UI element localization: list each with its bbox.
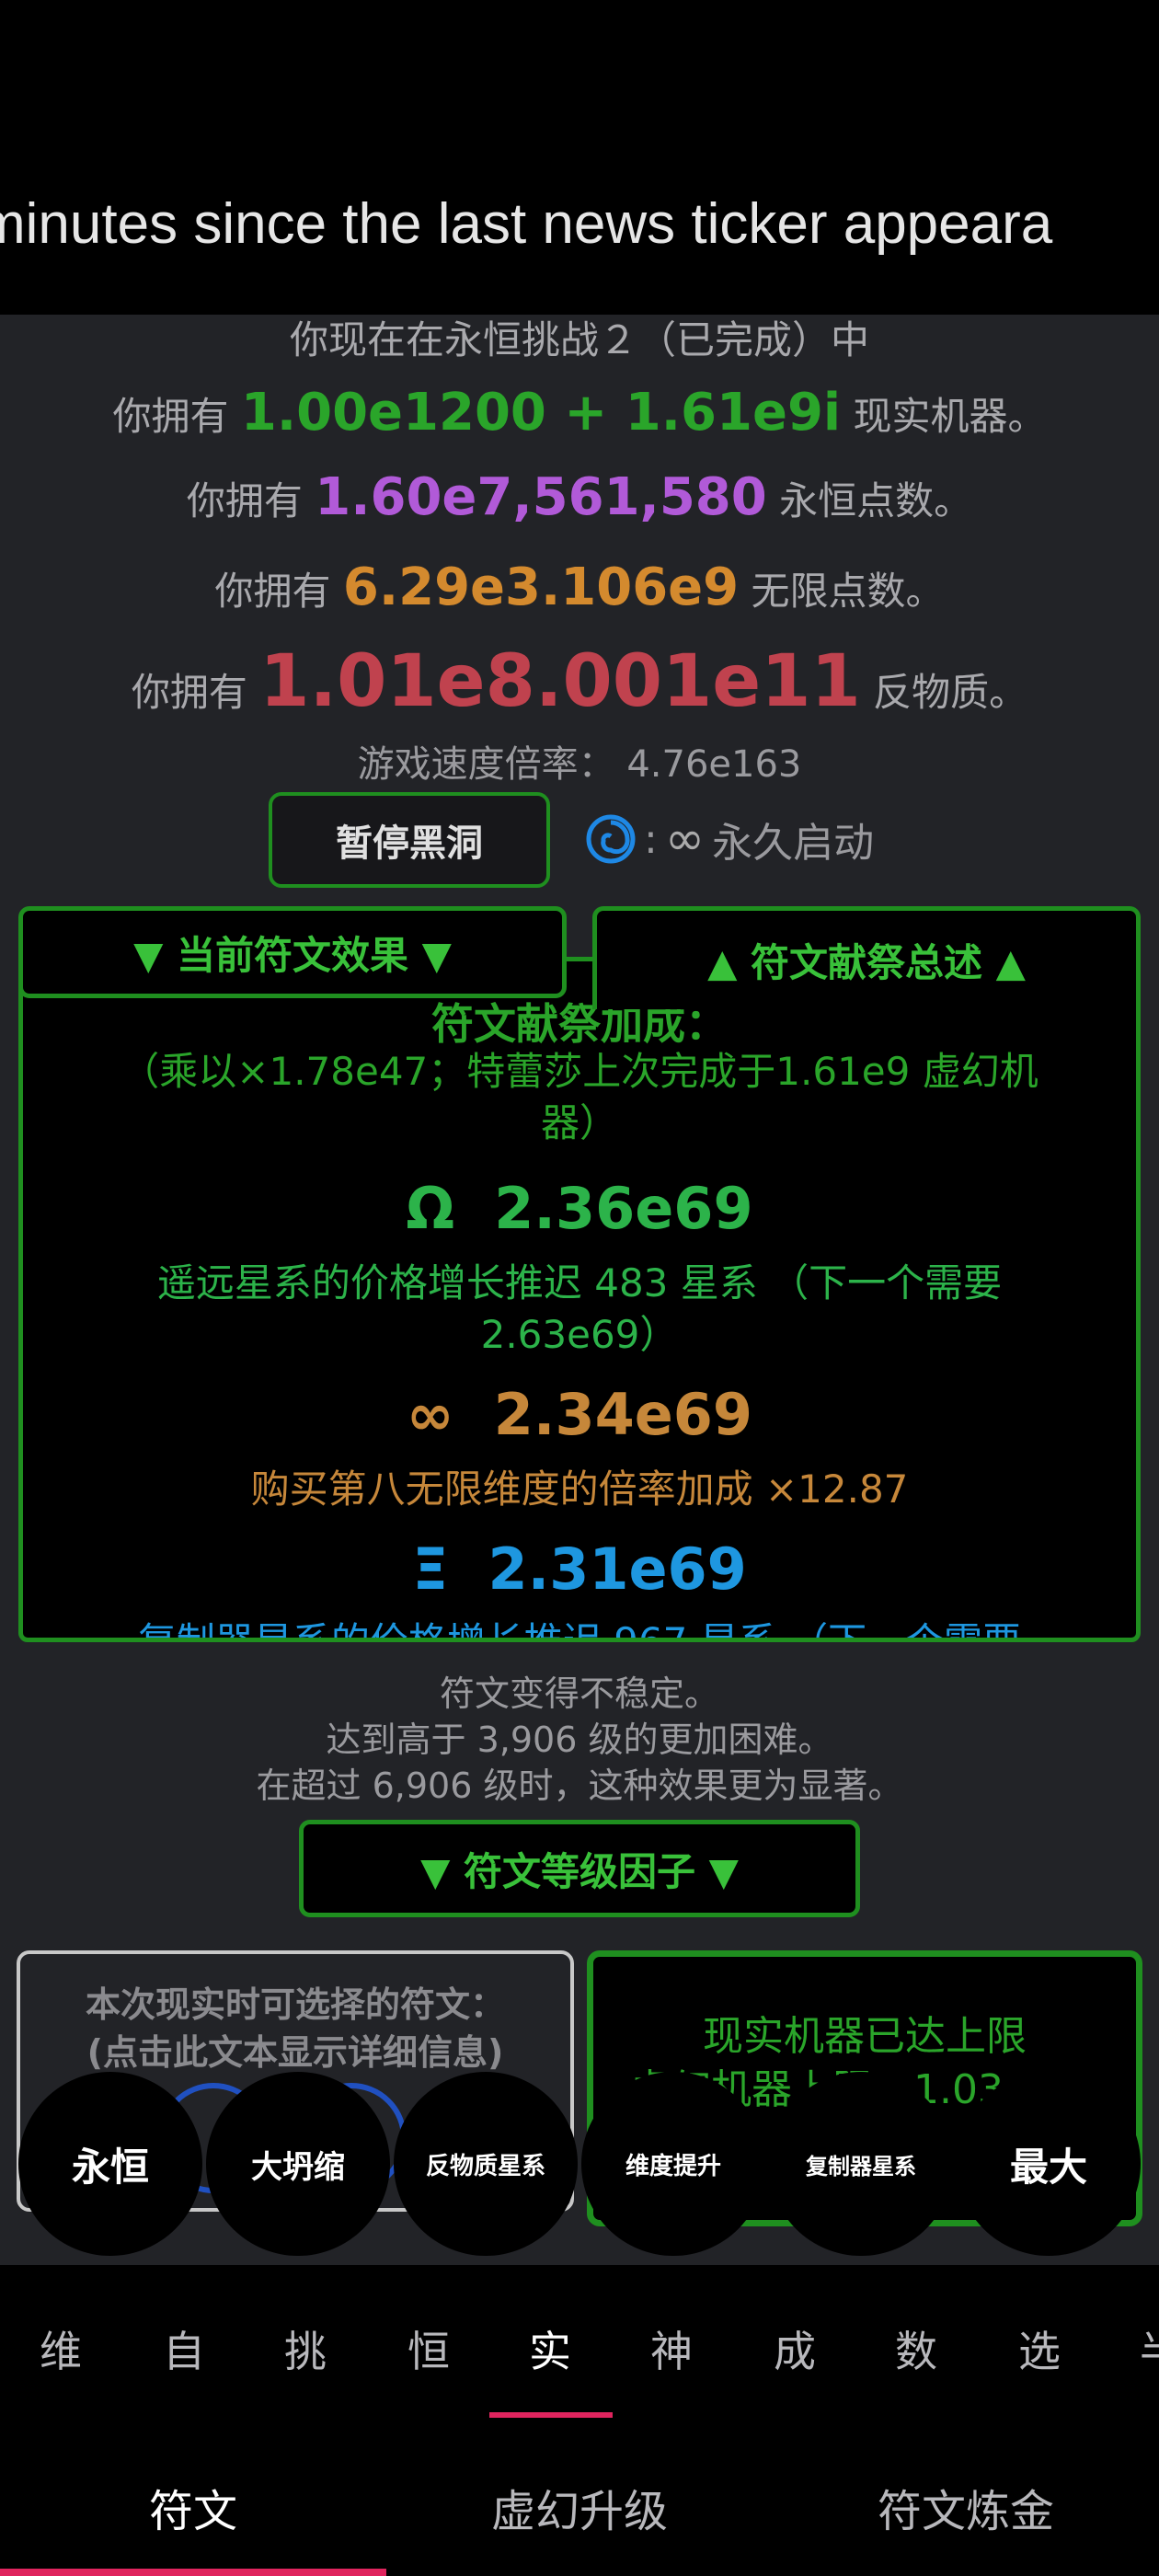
- reality-machines-line: 你拥有 1.00e1200 + 1.61e9i 现实机器。: [0, 383, 1159, 443]
- pause-black-hole-button[interactable]: 暂停黑洞: [269, 792, 550, 888]
- rm-cap-line-1: 现实机器已达上限: [703, 2013, 1027, 2060]
- tab-reality[interactable]: 实: [513, 2318, 587, 2379]
- sacrifice-desc: 2.63e69）: [480, 1312, 679, 1357]
- sacrifice-desc: 购买第八无限维度的倍率加成 ×12.87: [250, 1466, 909, 1512]
- max-button[interactable]: 最大: [957, 2072, 1141, 2256]
- stat-prefix: 你拥有: [186, 478, 303, 523]
- stat-prefix: 你拥有: [214, 569, 331, 614]
- black-hole-status: : ∞ 永久启动: [585, 810, 874, 868]
- sacrifice-row-xi: Ξ 2.31e69: [23, 1535, 1136, 1603]
- instability-line-3: 在超过 6,906 级时，这种效果更为显著。: [256, 1765, 903, 1806]
- subtab-runes[interactable]: 符文: [0, 2475, 386, 2539]
- antimatter-galaxy-button[interactable]: 反物质星系: [394, 2072, 578, 2256]
- tab-sacrifice-summary[interactable]: ▲ 符文献祭总述 ▲: [592, 906, 1141, 1009]
- tab-options[interactable]: 选: [1003, 2318, 1076, 2379]
- big-crunch-button[interactable]: 大坍缩: [206, 2072, 390, 2256]
- infinity-symbol: ∞: [664, 811, 706, 867]
- news-ticker-bar: minutes since the last news ticker appea…: [0, 0, 1159, 315]
- tab-achievements[interactable]: 成: [758, 2318, 832, 2379]
- antimatter-suffix: 反物质。: [873, 670, 1028, 715]
- black-hole-status-text: 永久启动: [712, 820, 875, 867]
- sacrifice-desc: 复制器星系的价格增长推迟 967 星系 （下一个需要: [137, 1619, 1022, 1642]
- sacrifice-value: 2.34e69: [493, 1381, 753, 1448]
- teresa-line-2: 器）: [540, 1100, 618, 1145]
- reality-machines-suffix: 现实机器。: [853, 394, 1047, 439]
- sacrifice-row-omega: Ω 2.36e69: [23, 1175, 1136, 1242]
- instability-line-2: 达到高于 3,906 级的更加困难。: [326, 1719, 833, 1760]
- infinity-icon: ∞: [406, 1381, 454, 1448]
- instability-line-1: 符文变得不稳定。: [439, 1673, 719, 1714]
- active-subtab-indicator: [0, 2569, 386, 2576]
- antimatter-line: 你拥有 1.01e8.001e11 反物质。: [0, 640, 1159, 723]
- subtab-glyph-alchemy[interactable]: 符文炼金: [773, 2475, 1159, 2539]
- sacrifice-value: 2.36e69: [494, 1175, 753, 1242]
- dimension-boost-button[interactable]: 维度提升: [581, 2072, 765, 2256]
- tab-automation[interactable]: 自: [147, 2318, 221, 2379]
- sacrifice-row-infinity: ∞ 2.34e69: [23, 1381, 1136, 1448]
- infinity-points-value: 6.29e3.106e9: [342, 558, 740, 617]
- eternity-points-line: 你拥有 1.60e7,561,580 永恒点数。: [0, 467, 1159, 527]
- tab-dimensions[interactable]: 维: [24, 2318, 98, 2379]
- eternity-points-value: 1.60e7,561,580: [315, 467, 767, 527]
- stat-prefix: 你拥有: [112, 394, 229, 439]
- challenge-status: 你现在在永恒挑战２（已完成）中: [289, 317, 869, 362]
- active-tab-indicator: [489, 2412, 613, 2418]
- antimatter-value: 1.01e8.001e11: [259, 640, 861, 723]
- tab-eternity[interactable]: 恒: [392, 2318, 465, 2379]
- rune-sacrifice-panel: 符文献祭加成： （乘以×1.78e47；特蕾莎上次完成于1.61e9 虚幻机 器…: [18, 957, 1141, 1642]
- replicanti-galaxy-button[interactable]: 复制器星系: [769, 2072, 953, 2256]
- tab-challenges[interactable]: 挑: [269, 2318, 342, 2379]
- eternity-points-suffix: 永恒点数。: [779, 478, 973, 523]
- tab-current-rune-effects[interactable]: ▼ 当前符文效果 ▼: [18, 906, 567, 998]
- xi-icon: Ξ: [412, 1535, 449, 1603]
- news-ticker: minutes since the last news ticker appea…: [0, 192, 1053, 256]
- sacrifice-desc: 遥远星系的价格增长推迟 483 星系 （下一个需要: [156, 1260, 1003, 1305]
- teresa-line-1: （乘以×1.78e47；特蕾莎上次完成于1.61e9 虚幻机: [120, 1049, 1039, 1094]
- subtab-imaginary-upgrades[interactable]: 虚幻升级: [386, 2475, 773, 2539]
- rune-level-factors-button[interactable]: ▼ 符文等级因子 ▼: [299, 1820, 860, 1917]
- black-hole-icon: [586, 814, 636, 864]
- stat-prefix: 你拥有: [131, 670, 247, 715]
- game-speed: 游戏速度倍率： 4.76e163: [357, 743, 802, 786]
- infinity-points-suffix: 无限点数。: [751, 569, 945, 614]
- eternity-button[interactable]: 永恒: [18, 2072, 202, 2256]
- tab-more[interactable]: 半: [1124, 2318, 1159, 2379]
- rune-select-line-1: 本次现实时可选择的符文：: [85, 1984, 505, 2025]
- tab-celestials[interactable]: 神: [635, 2318, 708, 2379]
- tab-statistics[interactable]: 数: [879, 2318, 953, 2379]
- rune-select-line-2: (点击此文本显示详细信息): [86, 2032, 504, 2073]
- sacrifice-value: 2.31e69: [488, 1535, 747, 1603]
- omega-icon: Ω: [406, 1175, 455, 1242]
- infinity-points-line: 你拥有 6.29e3.106e9 无限点数。: [0, 558, 1159, 617]
- reality-machines-value: 1.00e1200 + 1.61e9i: [240, 383, 842, 443]
